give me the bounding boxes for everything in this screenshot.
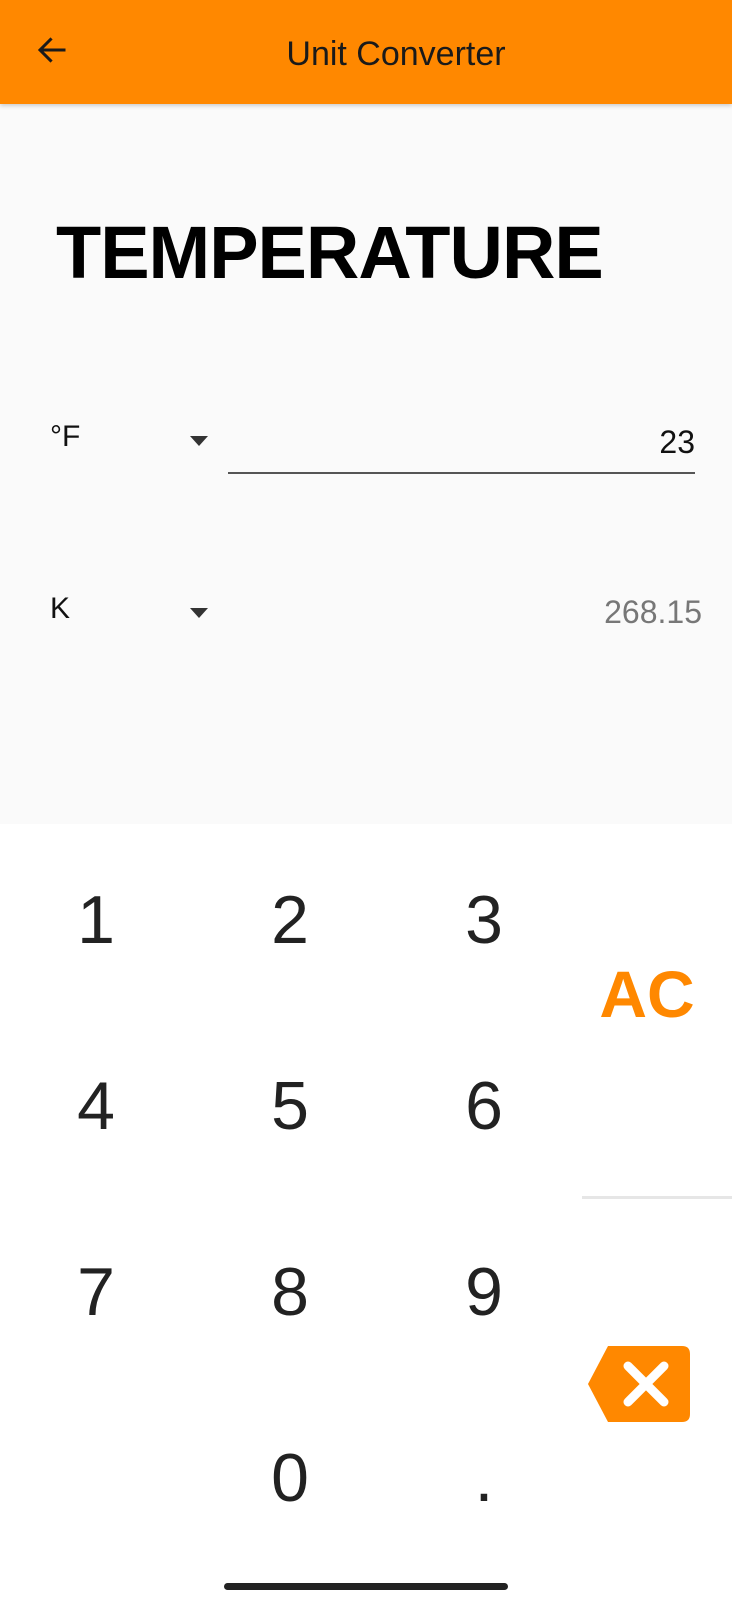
dropdown-arrow-icon (190, 436, 208, 446)
app-bar: Unit Converter (0, 0, 732, 104)
to-unit-row: K 268.15 (0, 578, 732, 648)
category-title: TEMPERATURE (56, 211, 604, 294)
keypad: 1 2 3 4 5 6 7 8 9 0 . AC (0, 824, 732, 1600)
key-8[interactable]: 8 (230, 1232, 350, 1352)
dropdown-arrow-icon (190, 608, 208, 618)
from-unit-dropdown[interactable]: °F (40, 406, 220, 474)
to-unit-label: K (50, 592, 71, 625)
backspace-icon (588, 1346, 690, 1422)
app-title: Unit Converter (286, 35, 506, 73)
to-unit-dropdown[interactable]: K (40, 578, 220, 646)
key-6[interactable]: 6 (424, 1046, 544, 1166)
key-7[interactable]: 7 (36, 1232, 156, 1352)
key-3[interactable]: 3 (424, 860, 544, 980)
key-1[interactable]: 1 (36, 860, 156, 980)
converter-panel: TEMPERATURE °F 23 K 268.15 (0, 104, 732, 824)
backspace-button[interactable] (586, 1344, 692, 1424)
to-value-output: 268.15 (604, 594, 702, 630)
from-unit-label: °F (50, 420, 81, 453)
key-decimal[interactable]: . (424, 1418, 544, 1538)
key-5[interactable]: 5 (230, 1046, 350, 1166)
key-2[interactable]: 2 (230, 860, 350, 980)
key-0[interactable]: 0 (230, 1418, 350, 1538)
from-value-input[interactable]: 23 (228, 406, 695, 474)
key-4[interactable]: 4 (36, 1046, 156, 1166)
key-9[interactable]: 9 (424, 1232, 544, 1352)
home-indicator[interactable] (224, 1583, 508, 1590)
from-unit-row: °F 23 (0, 406, 732, 476)
keypad-divider (582, 1196, 732, 1199)
clear-all-button[interactable]: AC (582, 944, 712, 1044)
